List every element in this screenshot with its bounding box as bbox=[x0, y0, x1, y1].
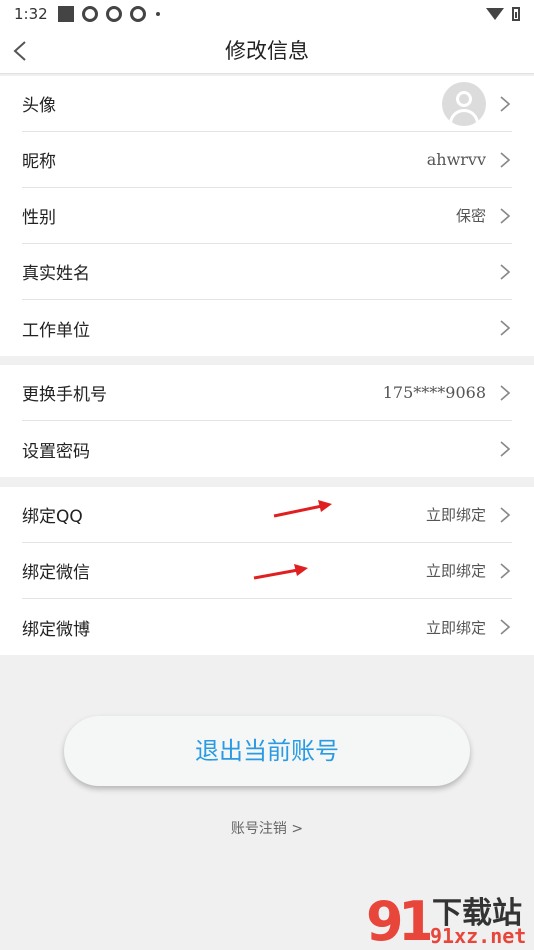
set-password-row[interactable]: 设置密码 bbox=[22, 421, 512, 477]
chevron-right-icon bbox=[500, 441, 511, 457]
work-unit-row[interactable]: 工作单位 bbox=[22, 300, 512, 356]
chevron-right-icon bbox=[500, 506, 511, 523]
row-value: 保密 bbox=[455, 207, 486, 225]
page-title: 修改信息 bbox=[225, 39, 309, 63]
row-label: 绑定微博 bbox=[22, 619, 90, 640]
avatar-row[interactable]: 头像 bbox=[22, 76, 512, 132]
row-label: 性别 bbox=[22, 208, 56, 228]
profile-group: 头像 昵称 ahwrvv 性别 保密 真实姓名 工作单位 bbox=[0, 76, 534, 356]
notification-app-icon bbox=[129, 6, 146, 22]
change-phone-row[interactable]: 更换手机号 175****9068 bbox=[22, 365, 512, 421]
battery-icon bbox=[512, 7, 520, 21]
chevron-right-icon bbox=[500, 619, 511, 635]
row-value: 175****9068 bbox=[382, 383, 486, 402]
wifi-icon bbox=[486, 8, 504, 20]
status-bar: 1:32 bbox=[0, 0, 534, 28]
account-group: 更换手机号 175****9068 设置密码 bbox=[0, 365, 534, 477]
notification-app-icon bbox=[81, 6, 98, 22]
bind-now-link[interactable]: 立即绑定 bbox=[426, 504, 486, 525]
bind-qq-row[interactable]: 绑定QQ 立即绑定 bbox=[22, 487, 512, 543]
row-label: 更换手机号 bbox=[22, 385, 107, 405]
chevron-right-icon bbox=[500, 207, 511, 224]
status-time: 1:32 bbox=[14, 5, 48, 23]
cancel-account-link[interactable]: 账号注销 > bbox=[0, 818, 534, 838]
row-value: ahwrvv bbox=[426, 150, 486, 169]
row-label: 工作单位 bbox=[22, 320, 90, 341]
bind-now-link[interactable]: 立即绑定 bbox=[426, 617, 486, 638]
real-name-row[interactable]: 真实姓名 bbox=[22, 244, 512, 300]
watermark-url: 91xz.net bbox=[430, 924, 527, 948]
gender-row[interactable]: 性别 保密 bbox=[22, 188, 512, 244]
logout-button[interactable]: 退出当前账号 bbox=[64, 716, 470, 786]
chevron-right-icon bbox=[500, 384, 511, 401]
chevron-right-icon bbox=[500, 562, 511, 579]
bind-now-link[interactable]: 立即绑定 bbox=[426, 560, 486, 581]
row-label: 真实姓名 bbox=[22, 264, 90, 284]
chevron-right-icon bbox=[500, 263, 511, 280]
chevron-right-icon bbox=[500, 320, 511, 336]
nav-bar: 修改信息 bbox=[0, 28, 534, 74]
bind-weibo-row[interactable]: 绑定微博 立即绑定 bbox=[22, 599, 512, 655]
row-label: 绑定QQ bbox=[22, 507, 83, 527]
chevron-right-icon bbox=[500, 95, 511, 112]
watermark-91-icon: 9 1 bbox=[366, 890, 430, 948]
avatar bbox=[442, 81, 486, 126]
row-label: 昵称 bbox=[22, 152, 56, 172]
annotation-arrow-icon bbox=[253, 564, 308, 580]
row-label: 设置密码 bbox=[22, 441, 90, 462]
row-label: 绑定微信 bbox=[22, 563, 90, 583]
more-notifications-icon bbox=[155, 12, 160, 16]
row-label: 头像 bbox=[22, 96, 56, 116]
notification-app-icon bbox=[105, 6, 122, 22]
svg-text:1: 1 bbox=[398, 890, 430, 948]
chevron-right-icon bbox=[500, 151, 511, 168]
nickname-row[interactable]: 昵称 ahwrvv bbox=[22, 132, 512, 188]
notification-square-icon bbox=[57, 6, 74, 22]
annotation-arrow-icon bbox=[273, 500, 332, 518]
watermark-logo: 9 1 下载站 91xz.net bbox=[364, 886, 534, 950]
